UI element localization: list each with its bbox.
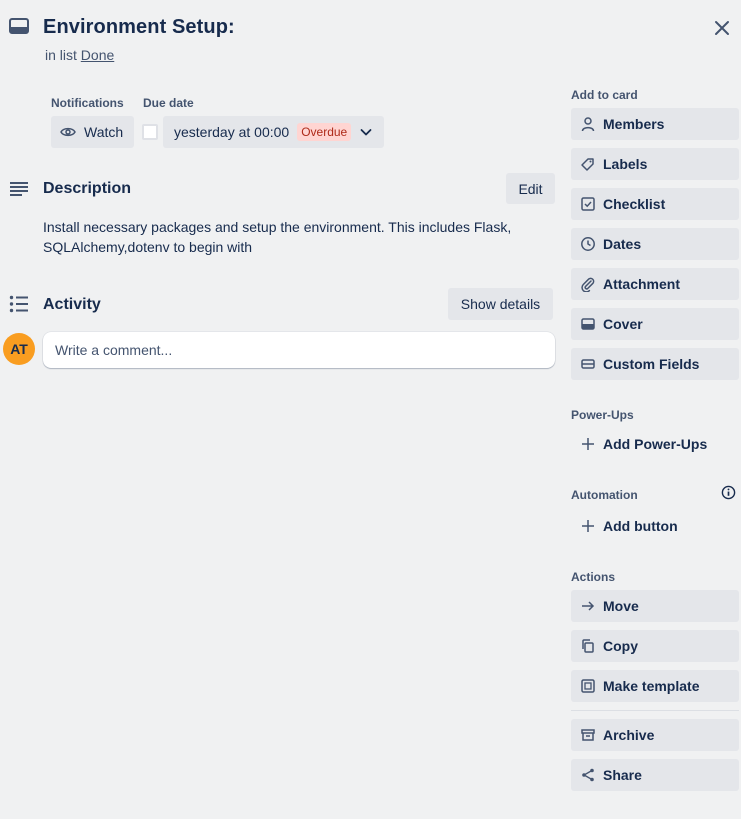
show-details-button[interactable]: Show details (448, 288, 553, 320)
arrow-right-icon (582, 601, 595, 611)
attachment-button[interactable]: Attachment (571, 268, 739, 300)
share-icon (582, 768, 594, 782)
move-label: Move (603, 598, 639, 614)
actions-label: Actions (571, 570, 616, 584)
list-link[interactable]: Done (81, 47, 114, 63)
archive-icon (581, 729, 595, 741)
custom-fields-button[interactable]: Custom Fields (571, 348, 739, 380)
list-breadcrumb: in list Done (45, 47, 114, 63)
actions-divider (571, 710, 739, 711)
custom-fields-icon (581, 359, 595, 369)
dates-label: Dates (603, 236, 642, 252)
close-icon[interactable] (710, 16, 734, 40)
template-icon (581, 679, 595, 693)
card-detail-modal: Environment Setup: in list Done Notifica… (0, 0, 741, 819)
members-button[interactable]: Members (571, 108, 739, 140)
share-button[interactable]: Share (571, 759, 739, 791)
avatar[interactable]: AT (3, 333, 35, 365)
copy-button[interactable]: Copy (571, 630, 739, 662)
plus-icon (582, 520, 594, 532)
overdue-badge: Overdue (297, 123, 352, 141)
power-ups-label: Power-Ups (571, 408, 634, 422)
clock-icon (581, 237, 595, 251)
dates-button[interactable]: Dates (571, 228, 739, 260)
checklist-icon (581, 197, 595, 211)
custom-fields-label: Custom Fields (603, 356, 700, 372)
due-date-button[interactable]: yesterday at 00:00 Overdue (163, 116, 384, 148)
checklist-button[interactable]: Checklist (571, 188, 739, 220)
due-date-label: Due date (143, 96, 194, 110)
copy-label: Copy (603, 638, 638, 654)
activity-title: Activity (43, 296, 101, 313)
card-icon (9, 18, 29, 34)
notifications-label: Notifications (51, 96, 124, 110)
copy-icon (582, 639, 594, 653)
automation-label: Automation (571, 488, 638, 502)
edit-description-button[interactable]: Edit (506, 173, 555, 204)
add-power-ups-button[interactable]: Add Power-Ups (571, 428, 739, 460)
watch-label: Watch (84, 124, 124, 140)
in-list-prefix: in list (45, 47, 77, 63)
cover-label: Cover (603, 316, 643, 332)
add-to-card-label: Add to card (571, 88, 638, 102)
person-icon (581, 117, 595, 132)
move-button[interactable]: Move (571, 590, 739, 622)
paperclip-icon (581, 277, 595, 292)
watch-button[interactable]: Watch (51, 116, 134, 148)
attachment-label: Attachment (603, 276, 681, 292)
share-label: Share (603, 767, 642, 783)
tag-icon (581, 158, 594, 171)
make-template-label: Make template (603, 678, 700, 694)
checklist-label: Checklist (603, 196, 666, 212)
due-date-checkbox[interactable] (142, 124, 158, 140)
add-button-label: Add button (603, 518, 678, 534)
activity-icon (9, 295, 28, 313)
labels-button[interactable]: Labels (571, 148, 739, 180)
members-label: Members (603, 116, 665, 132)
chevron-down-icon (360, 129, 372, 136)
description-icon (10, 182, 28, 196)
add-power-ups-label: Add Power-Ups (603, 436, 708, 452)
archive-button[interactable]: Archive (571, 719, 739, 751)
info-icon[interactable] (721, 485, 736, 500)
cover-icon (581, 318, 595, 330)
make-template-button[interactable]: Make template (571, 670, 739, 702)
description-title: Description (43, 180, 132, 197)
due-date-value: yesterday at 00:00 (174, 124, 290, 140)
cover-button[interactable]: Cover (571, 308, 739, 340)
comment-input[interactable]: Write a comment... (43, 332, 555, 368)
card-title[interactable]: Environment Setup: (43, 16, 235, 39)
add-button-button[interactable]: Add button (571, 510, 739, 542)
labels-label: Labels (603, 156, 648, 172)
archive-label: Archive (603, 727, 655, 743)
plus-icon (582, 438, 594, 450)
description-text[interactable]: Install necessary packages and setup the… (43, 217, 553, 257)
eye-icon (60, 127, 76, 137)
